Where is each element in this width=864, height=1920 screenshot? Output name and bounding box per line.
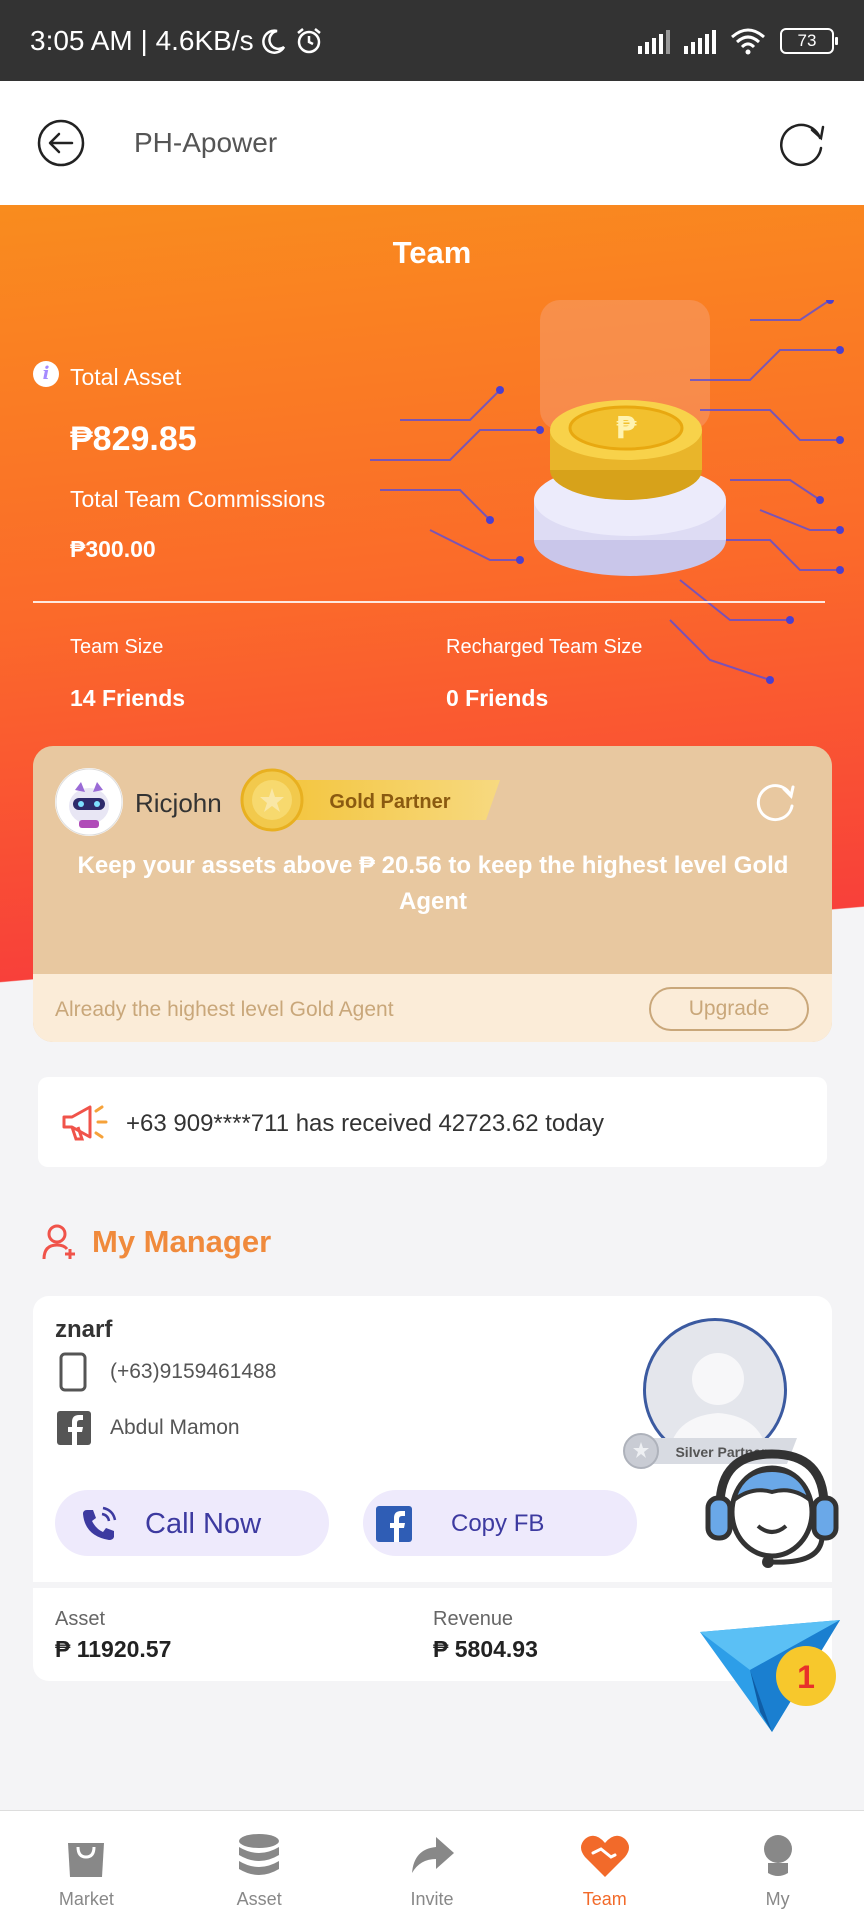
megaphone-icon	[62, 1105, 108, 1141]
info-icon[interactable]: i	[33, 361, 59, 387]
nav-invite[interactable]: Invite	[346, 1811, 519, 1920]
commissions-label: Total Team Commissions	[70, 486, 326, 512]
app-header: PH-Apower	[0, 81, 864, 205]
page-title: Team	[392, 235, 472, 270]
total-asset-value: ₱829.85	[70, 420, 197, 458]
level-status-text: Already the highest level Gold Agent	[55, 998, 394, 1021]
user-name: Ricjohn	[135, 788, 222, 818]
back-arrow-icon[interactable]	[36, 118, 86, 168]
svg-text:Gold Partner: Gold Partner	[329, 791, 450, 813]
call-now-label: Call Now	[145, 1508, 262, 1540]
manager-name: znarf	[55, 1316, 113, 1343]
bag-icon	[68, 1843, 105, 1877]
share-icon	[411, 1837, 454, 1873]
gold-partner-badge: Gold Partner	[240, 768, 500, 832]
hero-divider	[33, 601, 825, 603]
manager-section-title: My Manager	[92, 1224, 272, 1259]
phone-call-icon	[83, 1506, 117, 1540]
user-icon	[763, 1835, 792, 1876]
team-size-label: Team Size	[70, 636, 164, 658]
partner-level-card: Ricjohn Gold Partner Keep your assets ab…	[33, 746, 832, 1042]
announcement-bar: +63 909****711 has received 42723.62 tod…	[38, 1077, 827, 1167]
announcement-text: +63 909****711 has received 42723.62 tod…	[126, 1110, 604, 1137]
avatar	[55, 768, 123, 836]
recharged-team-size-label: Recharged Team Size	[446, 636, 643, 658]
robot-avatar-icon	[55, 768, 123, 836]
level-message: Keep your assets above ₱ 20.56 to keep t…	[77, 852, 789, 915]
svg-text:₱: ₱	[616, 411, 637, 446]
alarm-icon	[296, 27, 321, 53]
moon-icon	[261, 28, 285, 54]
signal-icon-2	[684, 28, 716, 54]
refresh-level-icon[interactable]	[753, 780, 797, 824]
customer-support-icon[interactable]	[702, 1440, 842, 1570]
upgrade-button[interactable]: Upgrade	[649, 987, 809, 1031]
total-asset-label: Total Asset	[70, 364, 182, 390]
nav-team[interactable]: Team	[518, 1811, 691, 1920]
telegram-plane-icon[interactable]: 1	[700, 1620, 850, 1735]
facebook-icon	[57, 1411, 91, 1445]
status-bar: 3:05 AM | 4.6KB/s 73	[0, 0, 864, 81]
facebook-icon	[376, 1506, 412, 1542]
card-divider	[33, 1582, 832, 1588]
manager-phone: (+63)9159461488	[110, 1360, 277, 1383]
nav-market[interactable]: Market	[0, 1811, 173, 1920]
app-title: PH-Apower	[134, 127, 278, 158]
asset-value: ₱ 11920.57	[55, 1636, 172, 1662]
signal-icon	[638, 28, 670, 54]
recharged-team-size-value: 0 Friends	[446, 685, 549, 711]
refresh-icon[interactable]	[776, 118, 828, 170]
heart-handshake-icon	[580, 1835, 629, 1877]
nav-my[interactable]: My	[691, 1811, 864, 1920]
nav-asset[interactable]: Asset	[173, 1811, 346, 1920]
wifi-icon	[731, 28, 765, 54]
copy-fb-label: Copy FB	[451, 1510, 545, 1537]
manager-facebook: Abdul Mamon	[110, 1416, 240, 1439]
revenue-value: ₱ 5804.93	[433, 1636, 538, 1662]
svg-text:1: 1	[797, 1659, 815, 1695]
team-size-value: 14 Friends	[70, 685, 186, 711]
database-icon	[239, 1834, 280, 1875]
call-now-button[interactable]: Call Now	[55, 1490, 329, 1556]
copy-fb-button[interactable]: Copy FB	[363, 1490, 637, 1556]
phone-icon	[59, 1352, 87, 1392]
status-time: 3:05 AM | 4.6KB/s	[30, 24, 254, 56]
revenue-label: Revenue	[433, 1608, 514, 1630]
commissions-value: ₱300.00	[70, 536, 156, 562]
add-user-icon	[42, 1224, 75, 1260]
asset-label: Asset	[55, 1608, 106, 1630]
bottom-navigation: Market Asset Invite Team My	[0, 1810, 864, 1920]
battery-indicator: 73	[780, 27, 838, 54]
